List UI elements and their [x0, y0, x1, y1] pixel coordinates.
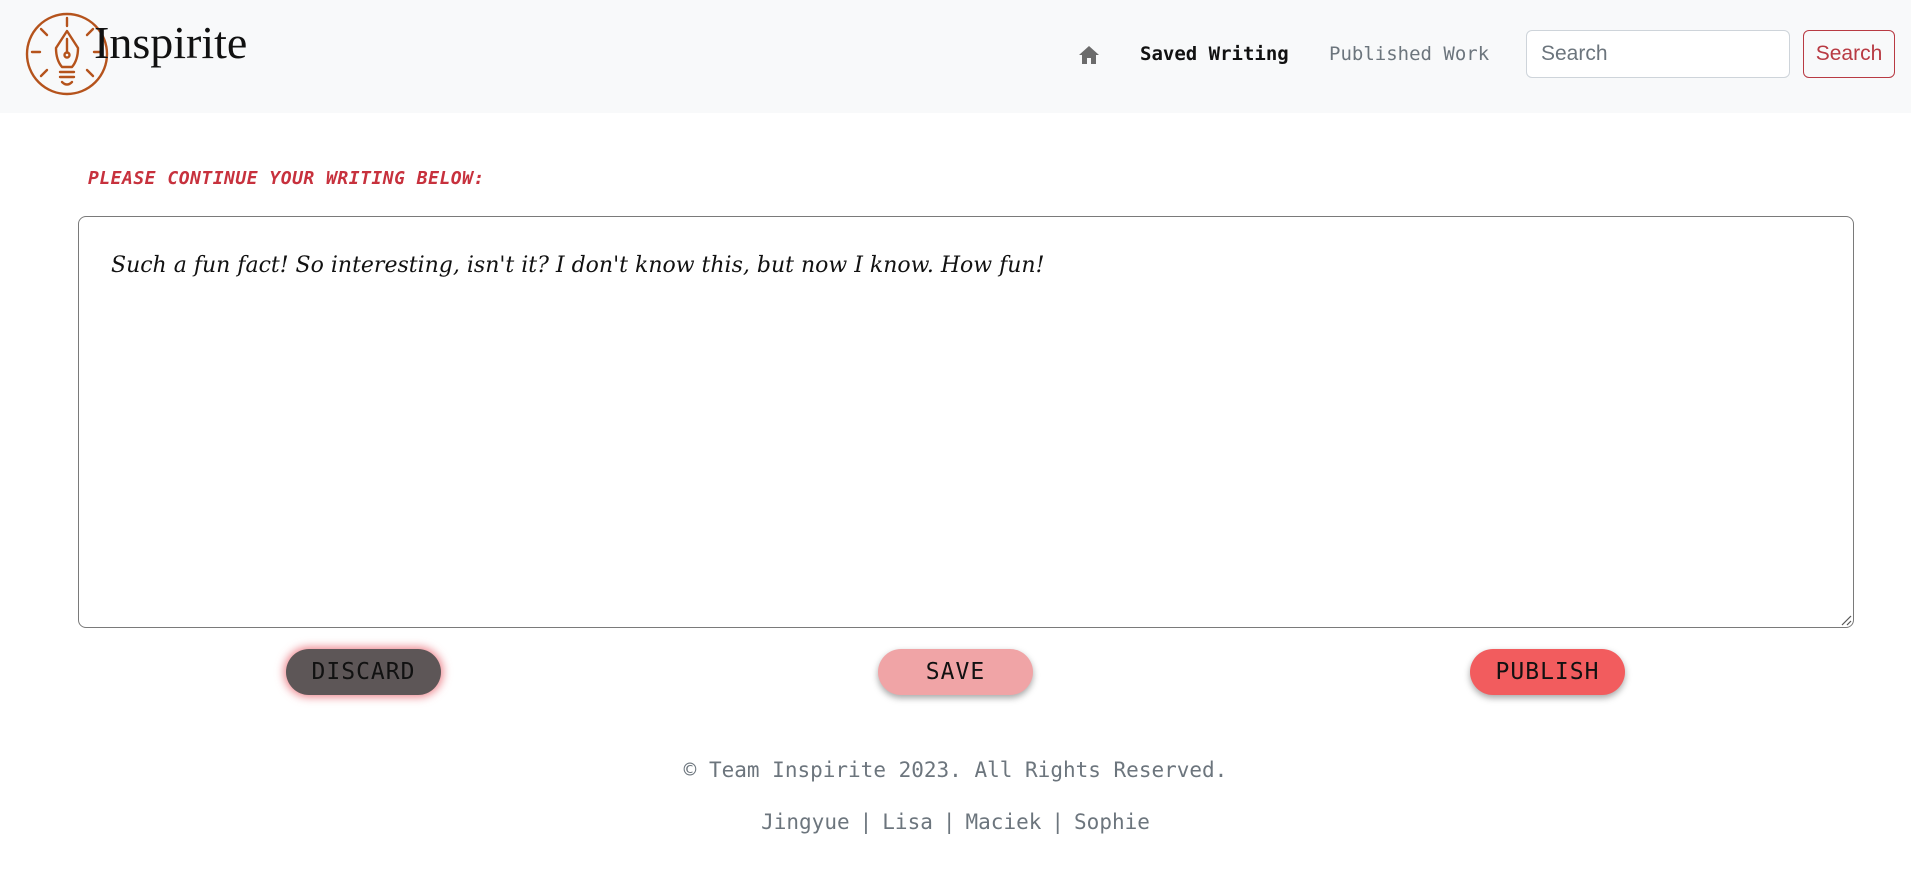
save-button[interactable]: SAVE — [878, 649, 1033, 695]
writing-textarea[interactable]: Such a fun fact! So interesting, isn't i… — [78, 216, 1854, 628]
nav-published-work[interactable]: Published Work — [1329, 42, 1489, 66]
team-member-link[interactable]: Lisa — [882, 810, 933, 834]
search-button[interactable]: Search — [1803, 30, 1895, 78]
brand-name[interactable]: Inspirite — [94, 20, 247, 66]
nav-saved-writing[interactable]: Saved Writing — [1140, 42, 1289, 66]
writing-prompt: PLEASE CONTINUE YOUR WRITING BELOW: — [88, 168, 485, 189]
navbar: Inspirite Saved Writing Published Work S… — [0, 0, 1911, 113]
footer-copyright: © Team Inspirite 2023. All Rights Reserv… — [683, 758, 1228, 782]
footer-separator: | — [1051, 810, 1065, 834]
search-input[interactable] — [1526, 30, 1790, 78]
team-member-link[interactable]: Maciek — [966, 810, 1042, 834]
resize-handle-icon[interactable] — [1838, 612, 1852, 626]
team-member-link[interactable]: Jingyue — [761, 810, 850, 834]
footer-team-members: Jingyue | Lisa | Maciek | Sophie — [0, 810, 1911, 834]
home-icon[interactable] — [1078, 44, 1100, 66]
publish-button[interactable]: PUBLISH — [1470, 649, 1625, 695]
footer-separator: | — [942, 810, 956, 834]
team-member-link[interactable]: Sophie — [1074, 810, 1150, 834]
footer-separator: | — [859, 810, 873, 834]
discard-button[interactable]: DISCARD — [286, 649, 441, 695]
